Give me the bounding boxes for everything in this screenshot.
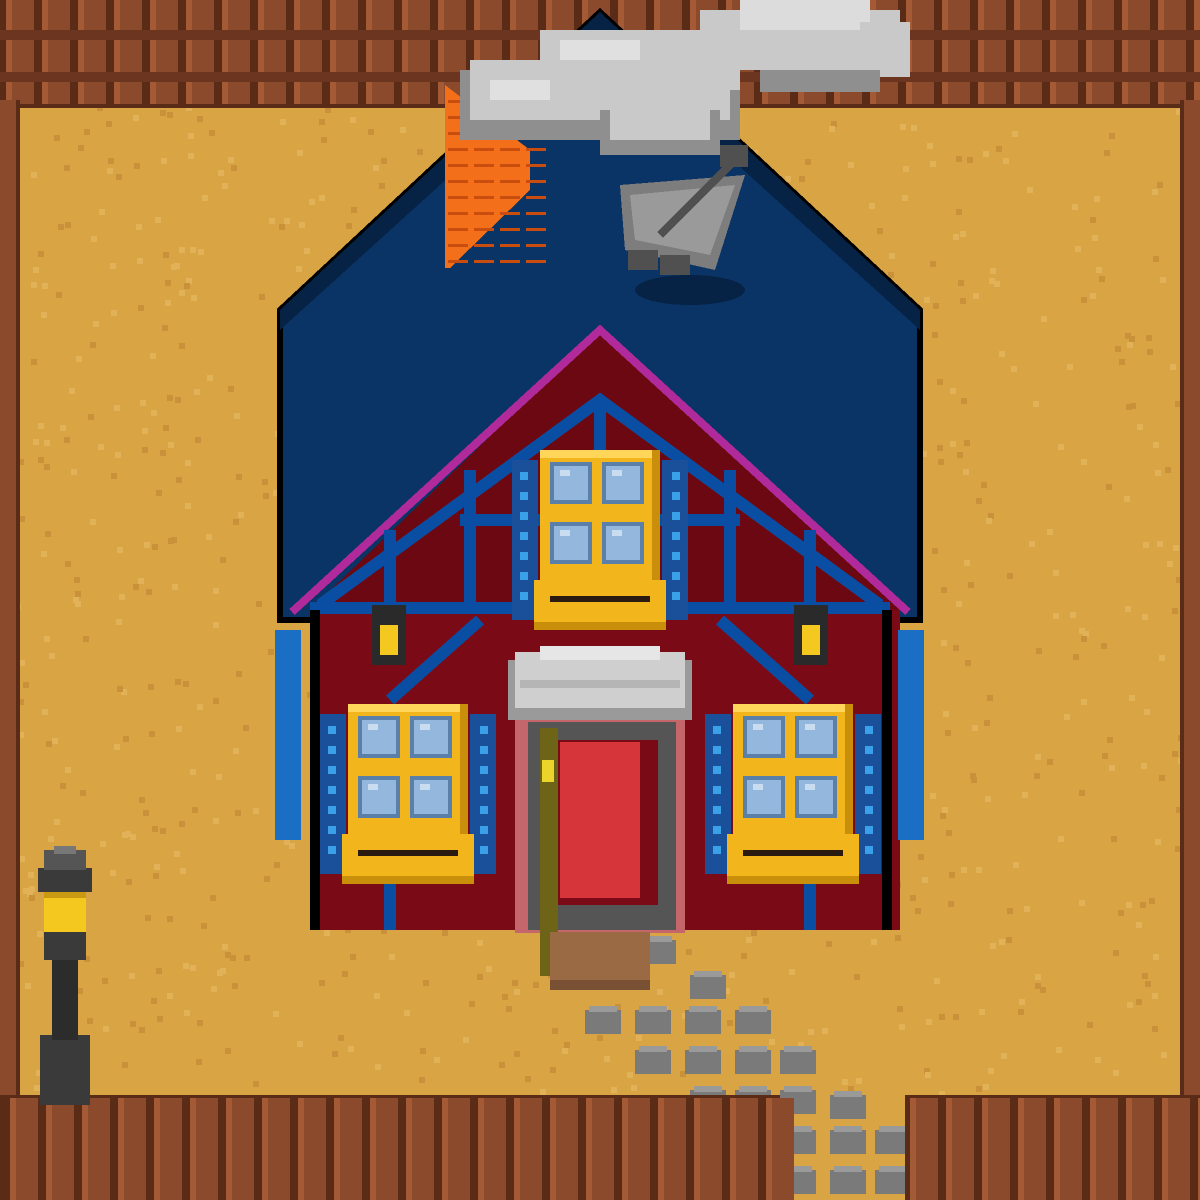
farm-map	[0, 0, 1200, 1200]
path-stone	[780, 1050, 816, 1074]
fence-bottom	[0, 1095, 1200, 1200]
doormat	[550, 932, 650, 987]
path-stone	[685, 1050, 721, 1074]
lantern-icon	[794, 605, 828, 665]
path-stone	[735, 1010, 771, 1034]
farm-scene	[0, 0, 1200, 1200]
path-stone	[830, 1095, 866, 1119]
fence-left	[0, 100, 20, 1100]
path-stone	[635, 1050, 671, 1074]
path-stone	[685, 1010, 721, 1034]
door-awning	[508, 646, 692, 720]
lantern-icon	[372, 605, 406, 665]
path-stone	[585, 1010, 621, 1034]
path-stone	[830, 1170, 866, 1194]
fence-right	[1180, 100, 1200, 1100]
path-stone	[635, 1010, 671, 1034]
path-stone	[690, 975, 726, 999]
path-stone	[830, 1130, 866, 1154]
path-stone	[735, 1050, 771, 1074]
